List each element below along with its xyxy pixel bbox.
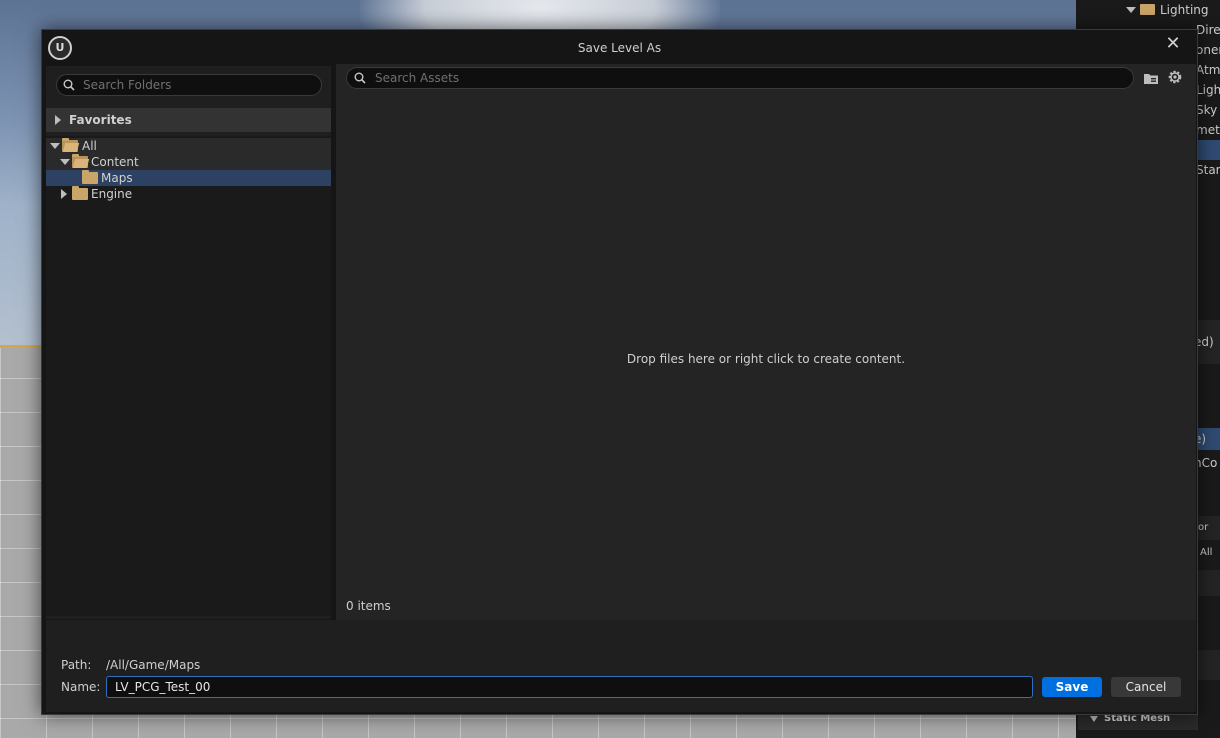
dialog-title: Save Level As [577, 41, 662, 55]
asset-view-panel[interactable]: Drop files here or right click to create… [336, 64, 1196, 620]
save-footer: Path: /All/Game/Maps Name: Save Cancel [46, 620, 1196, 712]
dialog-titlebar[interactable]: U Save Level As ✕ [42, 30, 1197, 64]
tree-item-all[interactable]: All [46, 138, 331, 154]
search-icon [354, 72, 366, 84]
chevron-right-icon [61, 189, 67, 199]
folder-icon [1140, 4, 1155, 15]
chevron-down-icon [60, 159, 70, 165]
folder-tree: All Content Maps Engine [46, 136, 331, 616]
outliner-folder-lighting[interactable]: Lighting [1076, 0, 1220, 20]
name-field[interactable] [106, 676, 1033, 698]
path-label: Path: [61, 658, 92, 672]
folder-open-icon [62, 138, 78, 152]
save-button[interactable]: Save [1042, 677, 1102, 697]
search-folders-input[interactable] [83, 77, 313, 93]
search-assets-input[interactable] [375, 70, 1115, 86]
chevron-down-icon [50, 143, 60, 149]
outliner-panel-band [1196, 570, 1220, 596]
folder-panel: Favorites All Content Maps Engine [46, 66, 331, 619]
search-assets-field[interactable] [346, 67, 1134, 89]
folder-icon [82, 170, 98, 184]
item-count: 0 items [346, 599, 391, 613]
tree-item-engine[interactable]: Engine [46, 186, 331, 202]
close-button[interactable]: ✕ [1163, 34, 1183, 54]
name-label: Name: [61, 680, 101, 694]
search-icon [63, 79, 75, 91]
search-folders-field[interactable] [56, 74, 322, 96]
folder-icon [72, 186, 88, 200]
favorites-label: Favorites [69, 113, 132, 127]
favorites-section[interactable]: Favorites [46, 108, 331, 132]
chevron-down-icon [1126, 7, 1136, 13]
save-level-dialog: U Save Level As ✕ Favorites All [41, 29, 1198, 715]
gear-icon[interactable] [1166, 68, 1184, 86]
path-value: /All/Game/Maps [106, 658, 201, 672]
folder-filter-icon[interactable] [1142, 69, 1160, 87]
empty-drop-hint: Drop files here or right click to create… [626, 352, 906, 366]
outliner-panel-band [1196, 650, 1220, 680]
outliner-selected-row[interactable] [1198, 140, 1220, 160]
folder-open-icon [72, 154, 88, 168]
chevron-right-icon [55, 115, 61, 125]
tree-item-content[interactable]: Content [46, 154, 331, 170]
tree-item-maps[interactable]: Maps [46, 170, 331, 186]
cancel-button[interactable]: Cancel [1111, 677, 1181, 697]
